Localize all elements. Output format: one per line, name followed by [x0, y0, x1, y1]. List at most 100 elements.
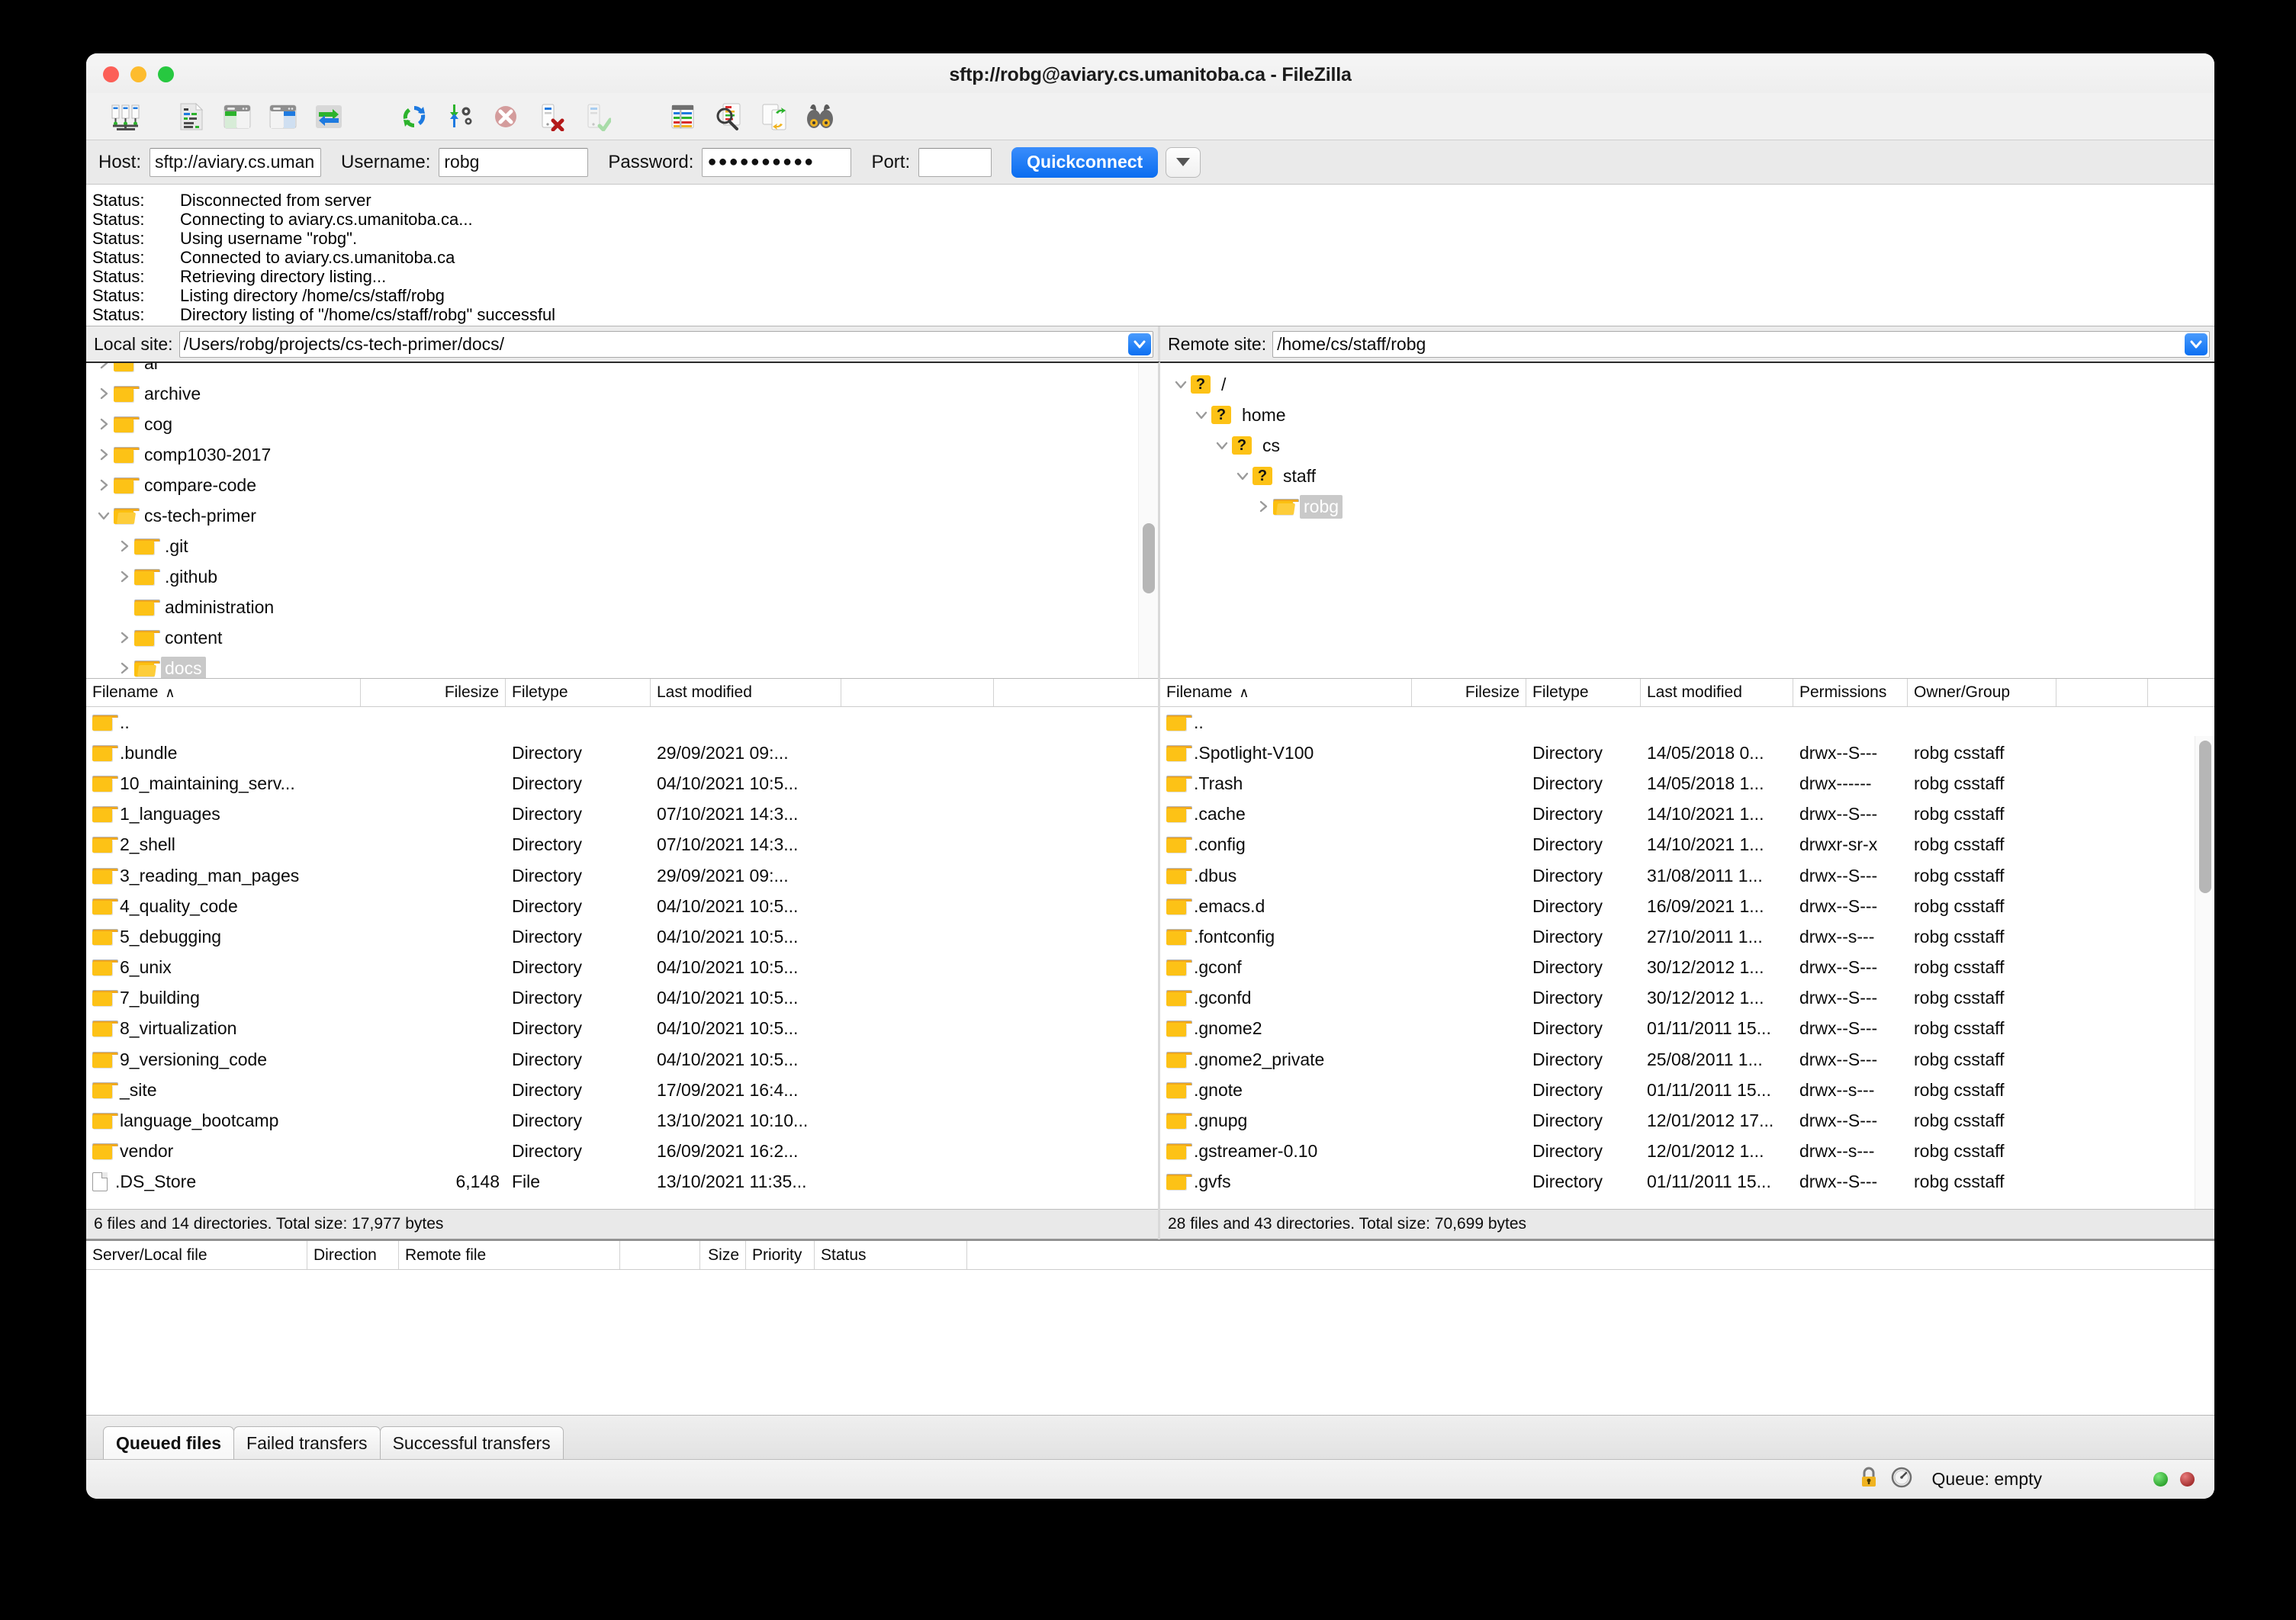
local-tree-node[interactable]: .github	[86, 561, 1138, 592]
site-manager-icon[interactable]	[103, 95, 149, 139]
local-file-row[interactable]: vendor Directory 16/09/2021 16:2...	[86, 1136, 1158, 1167]
remote-file-row[interactable]: .fontconfig Directory 27/10/2011 1... drwx-…	[1160, 921, 2214, 952]
local-tree-node[interactable]: cs-tech-primer	[86, 500, 1138, 531]
local-file-row[interactable]: 7_building Directory 04/10/2021 10:5...	[86, 983, 1158, 1014]
speed-gauge-icon[interactable]	[1891, 1467, 1912, 1492]
local-file-row[interactable]: language_bootcamp Directory 13/10/2021 10:…	[86, 1105, 1158, 1136]
remote-file-row[interactable]: .gstreamer-0.10 Directory 12/01/2012 1... d…	[1160, 1136, 2214, 1167]
remote-tree-node[interactable]: ? cs	[1160, 430, 2214, 461]
column-header-filename[interactable]: Filename ∧	[1160, 679, 1412, 706]
port-input[interactable]	[918, 147, 992, 177]
remote-file-row[interactable]: ..	[1160, 707, 2214, 738]
tree-twisty[interactable]	[94, 417, 114, 431]
column-header-spacer[interactable]	[620, 1241, 700, 1269]
column-header-priority[interactable]: Priority	[746, 1241, 815, 1269]
remote-site-dropdown[interactable]	[2185, 333, 2208, 355]
tree-twisty[interactable]	[94, 448, 114, 461]
remote-list-header[interactable]: Filename ∧ Filesize Filetype Last modified Pe…	[1160, 678, 2214, 707]
column-header-status[interactable]: Status	[815, 1241, 967, 1269]
toggle-message-log-icon[interactable]	[169, 95, 214, 139]
remote-directory-tree[interactable]: ? /? home? cs? staff robg	[1160, 362, 2214, 678]
local-tree-node[interactable]: archive	[86, 378, 1138, 409]
tree-twisty[interactable]	[114, 539, 134, 553]
column-header-filename[interactable]: Filename ∧	[86, 679, 361, 706]
local-site-dropdown[interactable]	[1128, 333, 1151, 355]
reconnect-icon[interactable]	[574, 95, 620, 139]
synchronized-browsing-icon[interactable]	[751, 95, 797, 139]
local-file-row[interactable]: 2_shell Directory 07/10/2021 14:3...	[86, 830, 1158, 860]
tree-twisty[interactable]	[1233, 469, 1253, 483]
local-tree-scrollbar[interactable]	[1138, 363, 1158, 678]
column-header-owner-group[interactable]: Owner/Group	[1908, 679, 2056, 706]
queue-list-body[interactable]	[86, 1270, 2214, 1415]
queue-list-header[interactable]: Server/Local file Direction Remote file Siz…	[86, 1241, 2214, 1270]
local-file-row[interactable]: 5_debugging Directory 04/10/2021 10:5...	[86, 921, 1158, 952]
column-header-filetype[interactable]: Filetype	[1526, 679, 1641, 706]
remote-list-scrollbar[interactable]	[2195, 736, 2214, 1209]
filter-icon[interactable]	[660, 95, 706, 139]
username-input[interactable]: robg	[439, 147, 589, 177]
remote-tree-node[interactable]: ? staff	[1160, 461, 2214, 491]
remote-file-row[interactable]: .gconf Directory 30/12/2012 1... drwx--S---…	[1160, 953, 2214, 983]
refresh-icon[interactable]	[391, 95, 437, 139]
tree-twisty[interactable]	[94, 363, 114, 370]
toggle-remote-tree-icon[interactable]	[260, 95, 306, 139]
local-file-row[interactable]: 3_reading_man_pages Directory 29/09/2021 0…	[86, 860, 1158, 891]
tree-twisty[interactable]	[94, 509, 114, 522]
tree-twisty[interactable]	[114, 661, 134, 675]
remote-file-row[interactable]: .emacs.d Directory 16/09/2021 1... drwx--S-…	[1160, 891, 2214, 921]
tab-queued-files[interactable]: Queued files	[103, 1426, 235, 1459]
column-header-filesize[interactable]: Filesize	[1412, 679, 1526, 706]
local-file-list[interactable]: .. .bundle Directory 29/09/2021 09:... 10_ma…	[86, 707, 1158, 1209]
column-header-direction[interactable]: Direction	[307, 1241, 399, 1269]
remote-file-row[interactable]: .gnupg Directory 12/01/2012 17... drwx--S--…	[1160, 1105, 2214, 1136]
column-header-spacer[interactable]	[841, 679, 994, 706]
remote-site-input[interactable]: /home/cs/staff/robg	[1272, 330, 2210, 358]
directory-comparison-icon[interactable]	[706, 95, 751, 139]
lock-icon[interactable]	[1859, 1467, 1879, 1492]
column-header-server-local-file[interactable]: Server/Local file	[86, 1241, 307, 1269]
tab-successful-transfers[interactable]: Successful transfers	[379, 1426, 564, 1459]
local-tree-node[interactable]: .git	[86, 531, 1138, 561]
remote-file-row[interactable]: .gnome2 Directory 01/11/2011 15... drwx--S-…	[1160, 1014, 2214, 1044]
tree-twisty[interactable]	[94, 478, 114, 492]
local-file-row[interactable]: .DS_Store 6,148 File 13/10/2021 11:35...	[86, 1167, 1158, 1197]
local-file-row[interactable]: 8_virtualization Directory 04/10/2021 10:5…	[86, 1014, 1158, 1044]
local-site-input[interactable]: /Users/robg/projects/cs-tech-primer/docs…	[178, 330, 1153, 358]
column-header-last-modified[interactable]: Last modified	[651, 679, 841, 706]
column-header-size[interactable]: Size	[700, 1241, 746, 1269]
local-file-row[interactable]: 9_versioning_code Directory 04/10/2021 10:…	[86, 1044, 1158, 1075]
quickconnect-history-dropdown[interactable]	[1166, 146, 1201, 178]
column-header-remote-file[interactable]: Remote file	[399, 1241, 620, 1269]
column-header-filetype[interactable]: Filetype	[506, 679, 651, 706]
cancel-icon[interactable]	[483, 95, 529, 139]
local-tree-node[interactable]: ai	[86, 363, 1138, 378]
remote-file-row[interactable]: .gconfd Directory 30/12/2012 1... drwx--S--…	[1160, 983, 2214, 1014]
local-file-row[interactable]: ..	[86, 707, 1158, 738]
remote-file-row[interactable]: .cache Directory 14/10/2021 1... drwx--S---…	[1160, 799, 2214, 830]
local-tree-node[interactable]: compare-code	[86, 470, 1138, 500]
local-tree-node[interactable]: docs	[86, 653, 1138, 678]
tree-twisty[interactable]	[1191, 408, 1211, 422]
local-tree-scroll-thumb[interactable]	[1143, 523, 1155, 593]
tree-twisty[interactable]	[114, 631, 134, 644]
remote-file-row[interactable]: .config Directory 14/10/2021 1... drwxr-sr-…	[1160, 830, 2214, 860]
local-directory-tree[interactable]: ai archive cog comp1030-2017 compare-code cs-…	[86, 362, 1160, 678]
column-header-permissions[interactable]: Permissions	[1793, 679, 1908, 706]
local-tree-node[interactable]: content	[86, 622, 1138, 653]
local-file-row[interactable]: 4_quality_code Directory 04/10/2021 10:5..…	[86, 891, 1158, 921]
column-header-spacer[interactable]	[2056, 679, 2148, 706]
column-header-last-modified[interactable]: Last modified	[1641, 679, 1793, 706]
remote-tree-node[interactable]: ? home	[1160, 400, 2214, 430]
local-file-row[interactable]: _site Directory 17/09/2021 16:4...	[86, 1075, 1158, 1105]
remote-list-scroll-thumb[interactable]	[2199, 741, 2211, 893]
local-file-row[interactable]: 6_unix Directory 04/10/2021 10:5...	[86, 953, 1158, 983]
remote-file-row[interactable]: .gnote Directory 01/11/2011 15... drwx--s--…	[1160, 1075, 2214, 1105]
process-queue-icon[interactable]	[437, 95, 483, 139]
local-file-row[interactable]: 10_maintaining_serv... Directory 04/10/202…	[86, 768, 1158, 799]
local-tree-node[interactable]: comp1030-2017	[86, 439, 1138, 470]
tree-twisty[interactable]	[1253, 500, 1273, 513]
local-tree-node[interactable]: administration	[86, 592, 1138, 622]
tree-twisty[interactable]	[1212, 439, 1232, 452]
remote-file-row[interactable]: .dbus Directory 31/08/2011 1... drwx--S--- r…	[1160, 860, 2214, 891]
